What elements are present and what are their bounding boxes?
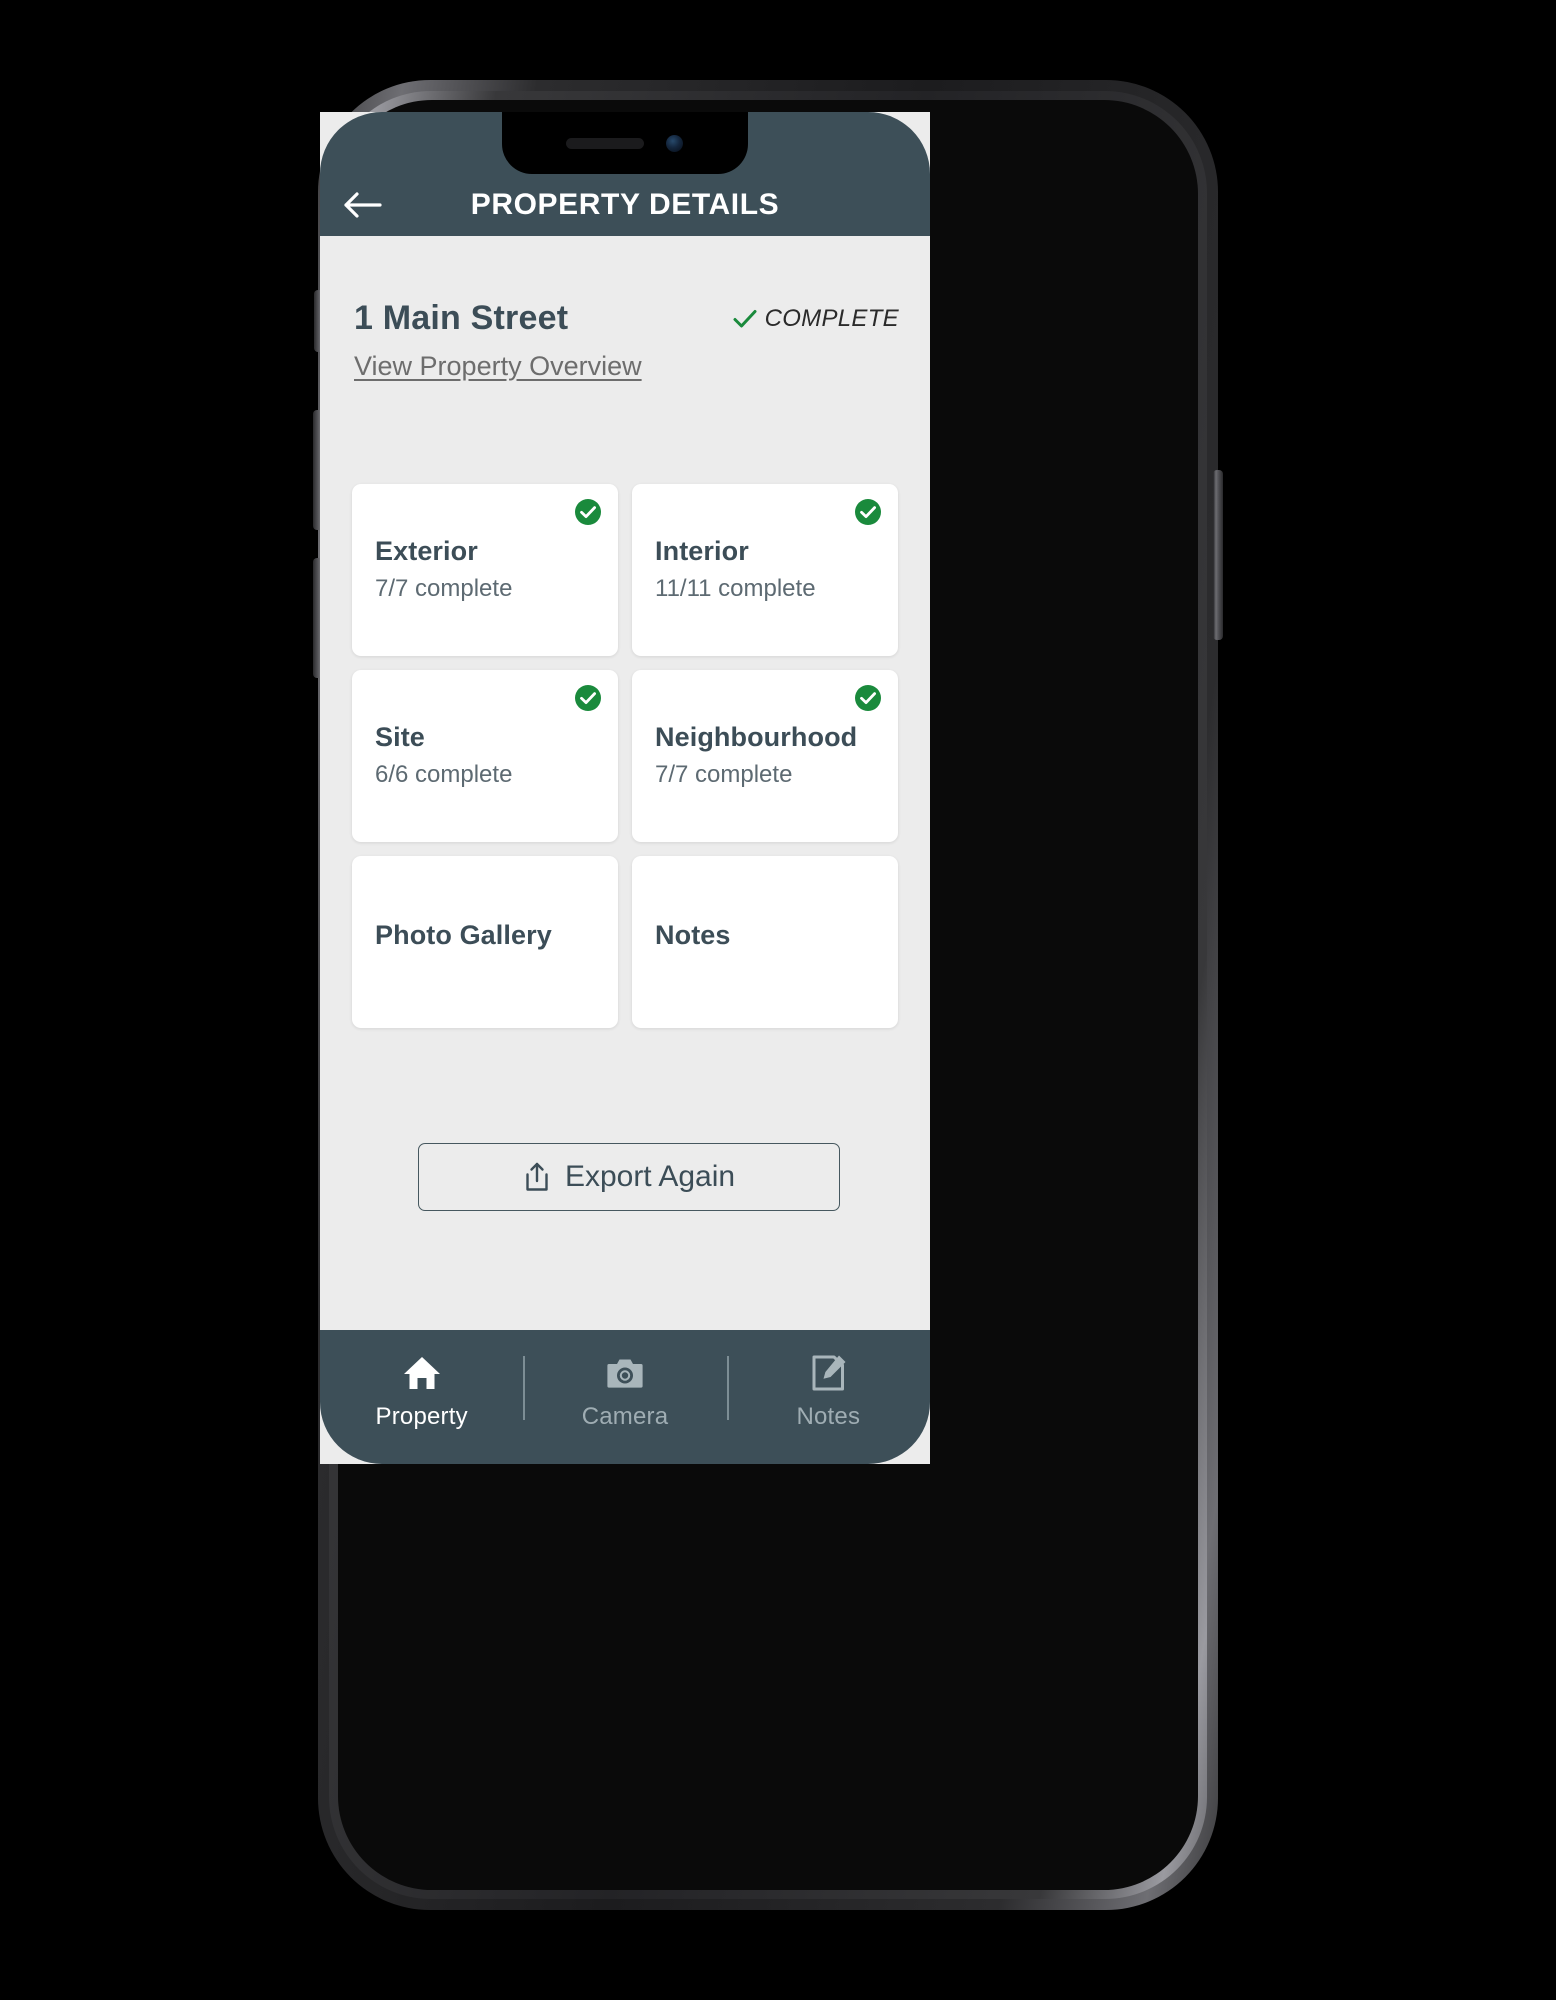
share-upload-icon: [523, 1161, 551, 1193]
check-circle-icon: [854, 684, 882, 712]
section-card-notes[interactable]: Notes: [632, 856, 898, 1028]
section-card-body: Exterior 7/7 complete: [375, 536, 604, 603]
section-card-body: Neighbourhood 7/7 complete: [655, 722, 884, 789]
tab-notes[interactable]: Notes: [727, 1330, 930, 1464]
check-icon: [733, 309, 757, 329]
section-card-title: Site: [375, 722, 425, 752]
page-content: 1 Main Street COMPLETE View Property Ove…: [320, 236, 930, 1330]
section-card-photo-gallery[interactable]: Photo Gallery: [352, 856, 618, 1028]
view-property-overview-link[interactable]: View Property Overview: [354, 351, 642, 382]
section-card-body: Photo Gallery: [375, 920, 604, 951]
tab-divider: [523, 1356, 525, 1420]
section-card-neighbourhood[interactable]: Neighbourhood 7/7 complete: [632, 670, 898, 842]
tab-camera-label: Camera: [581, 1403, 669, 1430]
section-card-title: Exterior: [375, 536, 478, 566]
note-edit-icon: [807, 1352, 849, 1394]
status-badge-label: COMPLETE: [764, 305, 899, 332]
section-card-title: Photo Gallery: [375, 920, 552, 950]
tab-notes-label: Notes: [796, 1403, 861, 1430]
section-card-title: Neighbourhood: [655, 722, 858, 752]
section-card-body: Interior 11/11 complete: [655, 536, 884, 603]
front-camera-icon: [666, 135, 683, 152]
sections-grid: Exterior 7/7 complete Interior 11/11 com…: [352, 484, 898, 1028]
check-circle-icon: [574, 498, 602, 526]
phone-screen: PROPERTY DETAILS 1 Main Street COMPLETE: [320, 112, 930, 1464]
export-again-label: Export Again: [564, 1160, 736, 1193]
section-card-exterior[interactable]: Exterior 7/7 complete: [352, 484, 618, 656]
status-badge: COMPLETE: [733, 305, 899, 333]
camera-icon: [604, 1352, 646, 1394]
section-card-title: Notes: [655, 920, 731, 950]
tab-property-label: Property: [375, 1403, 468, 1430]
section-card-progress: 7/7 complete: [375, 575, 513, 603]
section-card-interior[interactable]: Interior 11/11 complete: [632, 484, 898, 656]
section-card-progress: 11/11 complete: [655, 575, 816, 603]
bottom-tab-bar: Property Camera Notes: [320, 1330, 930, 1464]
tab-camera[interactable]: Camera: [523, 1330, 726, 1464]
property-address: 1 Main Street: [354, 299, 569, 337]
earpiece-speaker: [566, 138, 644, 149]
screenshot-canvas: PROPERTY DETAILS 1 Main Street COMPLETE: [0, 0, 1556, 2000]
tab-divider: [727, 1356, 729, 1420]
check-circle-icon: [854, 498, 882, 526]
device-notch: [502, 112, 748, 174]
power-side-button[interactable]: [1213, 470, 1223, 640]
section-card-progress: 7/7 complete: [655, 761, 793, 789]
section-card-progress: 6/6 complete: [375, 761, 513, 789]
screen-clip-mask: PROPERTY DETAILS 1 Main Street COMPLETE: [320, 112, 930, 1464]
export-again-button[interactable]: Export Again: [418, 1143, 840, 1211]
property-summary-row: 1 Main Street COMPLETE: [354, 299, 899, 338]
home-icon: [401, 1352, 443, 1394]
section-card-site[interactable]: Site 6/6 complete: [352, 670, 618, 842]
page-title: PROPERTY DETAILS: [470, 188, 780, 221]
section-card-body: Site 6/6 complete: [375, 722, 604, 789]
check-circle-icon: [574, 684, 602, 712]
section-card-title: Interior: [655, 536, 749, 566]
tab-property[interactable]: Property: [320, 1330, 523, 1464]
section-card-body: Notes: [655, 920, 884, 951]
